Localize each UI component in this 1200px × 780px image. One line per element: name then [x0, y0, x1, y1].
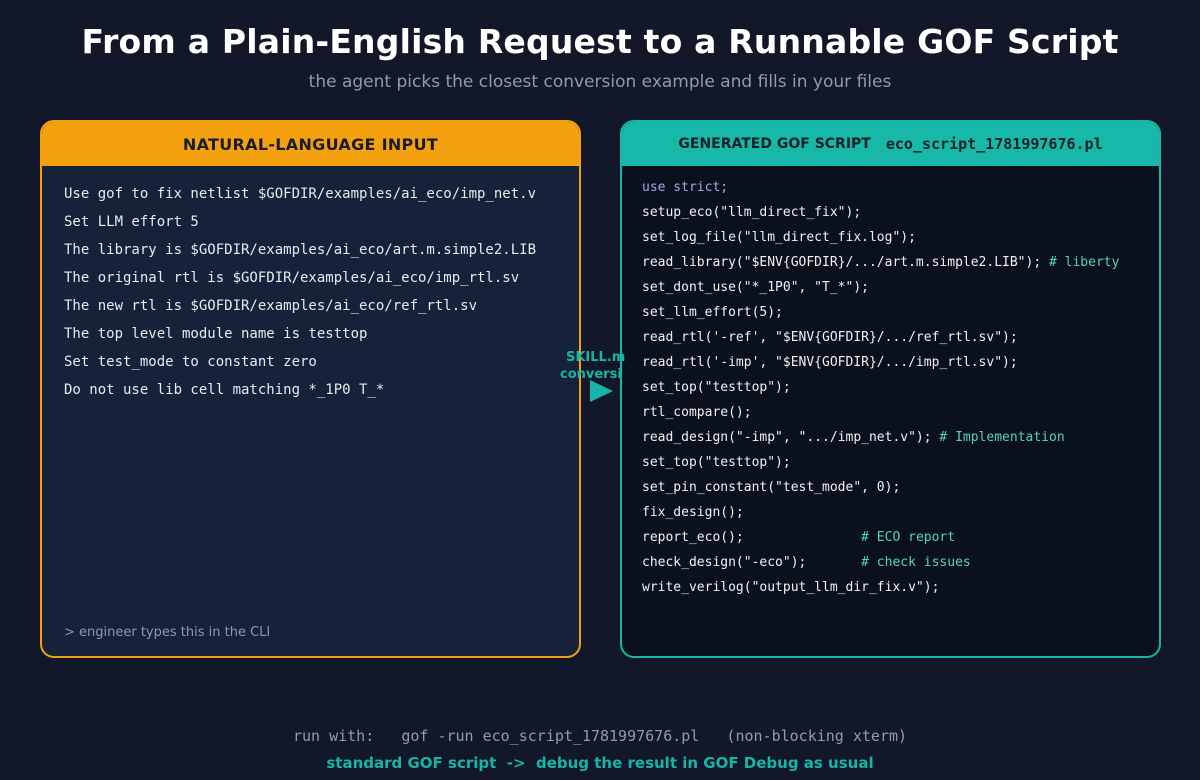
script-line-code: rtl_compare(); — [642, 405, 752, 420]
script-line-code: set_top("testtop"); — [642, 455, 791, 470]
script-line: set_top("testtop"); — [642, 453, 1119, 478]
script-line-code: read_design("-imp", ".../imp_net.v"); — [642, 430, 940, 445]
script-line: use strict; — [642, 178, 1119, 203]
script-code-lines: use strict; setup_eco("llm_direct_fix");s… — [642, 178, 1119, 603]
input-panel-header: NATURAL-LANGUAGE INPUT — [42, 122, 579, 166]
input-line: The library is $GOFDIR/examples/ai_eco/a… — [64, 242, 537, 258]
script-line-code: set_log_file("llm_direct_fix.log"); — [642, 230, 916, 245]
script-line-code: read_library("$ENV{GOFDIR}/.../art.m.sim… — [642, 255, 1049, 270]
input-line: Set test_mode to constant zero — [64, 354, 317, 370]
generated-script-panel: GENERATED GOF SCRIPT eco_script_17819976… — [620, 120, 1161, 658]
script-line-code: fix_design(); — [642, 505, 744, 520]
input-line: The new rtl is $GOFDIR/examples/ai_eco/r… — [64, 298, 478, 314]
script-line-code: write_verilog("output_llm_dir_fix.v"); — [642, 580, 940, 595]
script-line-code: set_llm_effort(5); — [642, 305, 783, 320]
input-line: Use gof to fix netlist $GOFDIR/examples/… — [64, 186, 537, 202]
input-line: Set LLM effort 5 — [64, 214, 199, 230]
script-line: read_rtl('-ref', "$ENV{GOFDIR}/.../ref_r… — [642, 328, 1119, 353]
connector-label-line1: SKILL.m — [566, 350, 626, 365]
script-line-code: setup_eco("llm_direct_fix"); — [642, 205, 862, 220]
script-line-code: report_eco(); — [642, 530, 862, 545]
script-line: rtl_compare(); — [642, 403, 1119, 428]
script-line-comment: # Implementation — [939, 430, 1065, 445]
script-line-code: check_design("-eco"); — [642, 555, 862, 570]
connector-label: SKILL.m conversi — [556, 349, 686, 383]
script-line-code: read_rtl('-imp', "$ENV{GOFDIR}/.../imp_r… — [642, 355, 1018, 370]
script-panel-title: GENERATED GOF SCRIPT — [678, 136, 871, 152]
input-lines: Use gof to fix netlist $GOFDIR/examples/… — [64, 184, 536, 408]
script-line: set_dont_use("*_1P0", "T_*"); — [642, 278, 1119, 303]
diagram-subtitle: the agent picks the closest conversion e… — [308, 72, 892, 92]
script-line: setup_eco("llm_direct_fix"); — [642, 203, 1119, 228]
input-line: The top level module name is testtop — [64, 326, 368, 342]
input-panel-title: NATURAL-LANGUAGE INPUT — [182, 134, 439, 154]
input-line: The original rtl is $GOFDIR/examples/ai_… — [64, 270, 520, 286]
script-line-code: set_dont_use("*_1P0", "T_*"); — [642, 280, 869, 295]
arrow-right-icon — [590, 380, 613, 402]
script-line: read_rtl('-imp', "$ENV{GOFDIR}/.../imp_r… — [642, 353, 1119, 378]
script-line: write_verilog("output_llm_dir_fix.v"); — [642, 578, 1119, 603]
script-line-comment: # check issues — [861, 555, 971, 570]
script-line: fix_design(); — [642, 503, 1119, 528]
input-footnote: > engineer types this in the CLI — [64, 625, 271, 640]
standard-script-note: standard GOF script -> debug the result … — [326, 754, 874, 772]
script-line-code: set_pin_constant("test_mode", 0); — [642, 480, 901, 495]
input-line: Do not use lib cell matching *_1P0 T_* — [64, 382, 385, 398]
script-file-name: eco_script_1781997676.pl — [885, 135, 1103, 153]
diagram-title: From a Plain-English Request to a Runnab… — [81, 22, 1119, 61]
run-command-line: run with: gof -run eco_script_1781997676… — [292, 727, 908, 745]
script-line: set_top("testtop"); — [642, 378, 1119, 403]
script-line: set_pin_constant("test_mode", 0); — [642, 478, 1119, 503]
script-panel-header: GENERATED GOF SCRIPT eco_script_17819976… — [622, 122, 1159, 166]
script-line-code: read_rtl('-ref', "$ENV{GOFDIR}/.../ref_r… — [642, 330, 1018, 345]
connector-label-line2: conversi — [560, 367, 622, 382]
script-line: set_llm_effort(5); — [642, 303, 1119, 328]
script-line: read_design("-imp", ".../imp_net.v"); # … — [642, 428, 1119, 453]
natural-language-input-panel: NATURAL-LANGUAGE INPUT Use gof to fix ne… — [40, 120, 581, 658]
script-line-comment: # ECO report — [861, 530, 956, 545]
script-line-comment: # liberty — [1049, 255, 1120, 270]
script-line: read_library("$ENV{GOFDIR}/.../art.m.sim… — [642, 253, 1119, 278]
script-line: set_log_file("llm_direct_fix.log"); — [642, 228, 1119, 253]
script-line: report_eco(); # ECO report — [642, 528, 1119, 553]
script-line: check_design("-eco"); # check issues — [642, 553, 1119, 578]
script-line-code: use strict; — [642, 180, 729, 195]
